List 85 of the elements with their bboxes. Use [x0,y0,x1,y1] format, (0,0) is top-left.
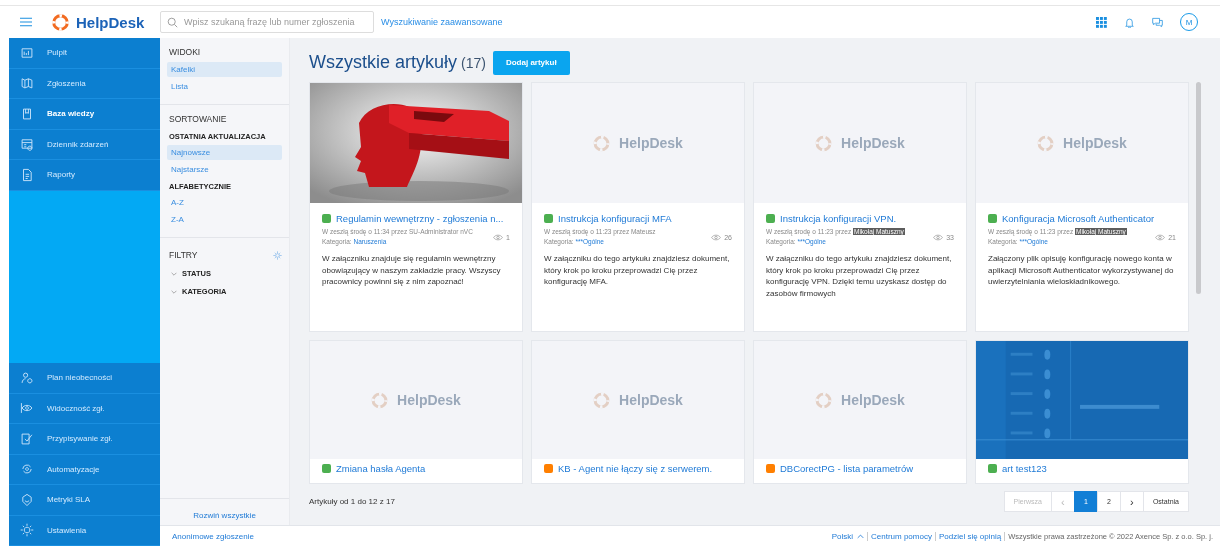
article-title[interactable]: KB - Agent nie łączy się z serwerem. [558,463,713,474]
filter-option[interactable]: A-Z [167,195,282,210]
article-description: W załączniku znajduje się regulamin wewnętrzny obowiązujący w naszym zakładzie pracy. Wszyscy pracownicy powinni się z nim zapoznać! [322,253,502,288]
article-card[interactable] [309,82,523,332]
section-heading: FILTRY [169,250,198,260]
apps-grid-icon[interactable] [1096,16,1107,28]
filter-option[interactable]: Lista [167,79,282,94]
placeholder-logo-text: HelpDesk [397,392,461,408]
lifebuoy-icon [593,391,611,409]
bell-icon[interactable] [1124,16,1135,28]
lifebuoy-icon [52,13,69,31]
placeholder-logo-text: HelpDesk [1063,135,1127,151]
lifebuoy-icon [593,134,611,152]
section-heading: SORTOWANIE [169,114,228,124]
article-title[interactable]: Instrukcja konfiguracji MFA [558,213,672,224]
cycle-icon [20,462,34,477]
add-article-button[interactable]: Dodaj artykuł [492,50,570,75]
footer-link[interactable]: Centrum pomocy [871,531,932,541]
lifebuoy-icon [815,134,833,152]
sidebar-item[interactable]: Automatyzacje [9,454,160,485]
article-title[interactable]: Konfiguracja Microsoft Authenticator [1002,213,1155,224]
settings-icon[interactable] [273,250,282,260]
article-card[interactable]: HelpDesk KB - Agent nie łączy się z serwerem. [531,340,745,484]
sidebar-item[interactable]: Baza wiedzy [9,99,160,130]
eye-icon [493,233,504,241]
eye-icon [1155,233,1166,241]
check-icon [20,431,34,446]
article-title[interactable]: DBCorectPG - lista parametrów [780,463,914,474]
article-title[interactable]: art test123 [1002,463,1047,474]
expand-all-link[interactable]: Rozwiń wszystkie [193,511,256,520]
lifebuoy-icon [815,391,833,409]
book-icon [20,106,34,121]
sidebar-item[interactable]: Zgłoszenia [9,68,160,99]
article-card[interactable]: HelpDesk Zmiana hasła Agenta [309,340,523,484]
article-description: W załączniku do tego artykułu znajdziesz dokument, który krok po kroku przeprowadzi Cię przez konfigurację VPN. Dzięki temu uzyskasz dostęp do zasobów firmowych [766,253,953,299]
article-description: Załączony plik opisuję konfigurację nowego konta w aplikacji Microsoft Authenticator wykorzystywanej do uwierzytelniania wieloskładnikowego. [988,253,1175,288]
sidebar-item[interactable]: Przypisywanie zgł. [9,424,160,455]
filter-option[interactable]: Kafelki [167,62,282,77]
arrow-button[interactable]: › [1119,491,1144,512]
results-summary: Artykuły od 1 do 12 z 17 [309,497,395,506]
language-selector[interactable]: Polski [831,531,864,541]
placeholder-logo-text: HelpDesk [841,135,905,151]
gear-icon [20,523,34,538]
article-description: W załączniku do tego artykułu znajdziesz dokument, który krok po kroku przeprowadzi Cię przez konfigurację MFA. [544,253,731,288]
advanced-search-link[interactable]: Wyszukiwanie zaawansowane [381,17,503,27]
eye-icon [711,233,722,241]
section-heading: WIDOKI [169,47,202,57]
eye-icon [933,233,944,241]
scrollbar[interactable] [1196,82,1201,294]
caret-icon [857,533,864,539]
placeholder-logo-text: HelpDesk [619,135,683,151]
placeholder-logo-text: HelpDesk [841,392,905,408]
lifebuoy-icon [371,391,389,409]
filter-option[interactable]: Z-A [167,212,282,227]
search-field[interactable]: Wpisz szukaną frazę lub numer zgłoszenia [160,11,374,33]
anonymous-ticket-link[interactable]: Anonimowe zgłoszenie [172,531,254,541]
person-icon [20,370,34,385]
article-title[interactable]: Zmiana hasła Agenta [336,463,426,474]
filter-option[interactable]: Najstarsze [167,162,282,177]
lifebuoy-icon [1037,134,1055,152]
filter-option[interactable]: Najnowsze [167,145,282,160]
map-icon [20,76,34,91]
sidebar-item[interactable]: Dziennik zdarzeń [9,129,160,160]
article-card[interactable]: art test123 [975,340,1189,484]
dashboard-icon [20,45,34,60]
search-icon [167,16,178,28]
eye-icon [20,401,34,416]
sidebar-item[interactable]: Raporty [9,160,160,191]
footer-link[interactable]: Podziel się opinią [938,531,1002,541]
sidebar-item[interactable]: Widoczność zgł. [9,393,160,424]
article-title[interactable]: Regulamin wewnętrzny - zgłoszenia n... [336,213,504,224]
calendar-icon [20,137,34,152]
article-card[interactable]: HelpDesk DBCorectPG - lista parametrów [753,340,967,484]
chat-icon[interactable] [1152,16,1163,28]
placeholder-logo-text: HelpDesk [619,392,683,408]
menu-icon[interactable] [20,17,32,27]
logo-text: HelpDesk [76,13,145,31]
article-count: (17) [461,54,486,71]
article-title[interactable]: Instrukcja konfiguracji VPN. [780,213,897,224]
sidebar-item[interactable]: Plan nieobecności [9,363,160,394]
sidebar-item[interactable]: Pulpit [9,38,160,69]
page-title: Wszystkie artykuły [309,52,458,73]
sidebar-item[interactable]: Metryki SLA [9,485,160,516]
report-icon [20,167,34,182]
sidebar-item[interactable]: Ustawienia [9,515,160,546]
